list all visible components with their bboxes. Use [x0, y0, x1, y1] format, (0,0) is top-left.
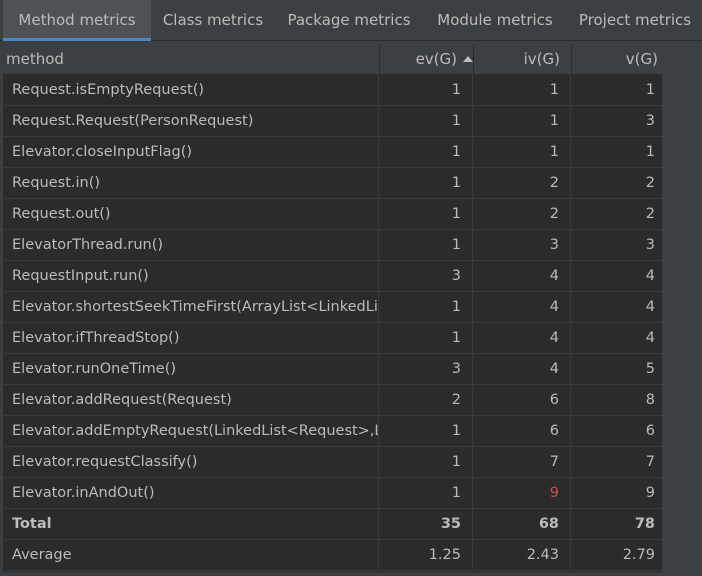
- method-cell: RequestInput.run(): [3, 261, 379, 291]
- v-cell: 2: [645, 206, 655, 222]
- table-row[interactable]: Elevator.shortestSeekTimeFirst(ArrayList…: [3, 292, 662, 323]
- v-cell: 1: [645, 82, 655, 98]
- table-row[interactable]: Elevator.inAndOut() 1 9 9: [3, 478, 662, 509]
- ev-cell: 1: [379, 106, 473, 136]
- method-cell: Elevator.runOneTime(): [3, 354, 379, 384]
- table-row[interactable]: Elevator.closeInputFlag() 1 1 1: [3, 137, 662, 168]
- column-header-method[interactable]: method: [6, 44, 64, 74]
- column-header-ev[interactable]: ev(G): [379, 44, 473, 74]
- v-cell: 3: [645, 113, 655, 129]
- method-cell: Request.Request(PersonRequest): [3, 106, 379, 136]
- v-cell: 8: [645, 392, 655, 408]
- ev-cell: 1: [379, 230, 473, 260]
- v-cell: 7: [645, 454, 655, 470]
- method-cell: Elevator.ifThreadStop(): [3, 323, 379, 353]
- column-header-v[interactable]: v(G): [571, 44, 662, 74]
- iv-cell: 7: [473, 447, 571, 477]
- v-cell: 1: [645, 144, 655, 160]
- column-header-iv[interactable]: iv(G): [473, 44, 571, 74]
- method-cell: ElevatorThread.run(): [3, 230, 379, 260]
- table-header: method ev(G) iv(G) v(G): [3, 44, 662, 75]
- header-divider: [571, 44, 572, 74]
- table-row[interactable]: Request.in() 1 2 2: [3, 168, 662, 199]
- ev-cell: 3: [379, 261, 473, 291]
- iv-cell: 2.43: [473, 540, 571, 570]
- table-row[interactable]: Request.isEmptyRequest() 1 1 1: [3, 75, 662, 106]
- ev-cell: 1: [379, 478, 473, 508]
- ev-cell: 1: [379, 137, 473, 167]
- iv-cell: 6: [473, 416, 571, 446]
- iv-cell: 1: [473, 137, 571, 167]
- table-row[interactable]: Request.Request(PersonRequest) 1 1 3: [3, 106, 662, 137]
- tab-class-metrics[interactable]: Class metrics: [153, 0, 273, 40]
- ev-cell: 1: [379, 416, 473, 446]
- tab-module-metrics[interactable]: Module metrics: [424, 0, 566, 40]
- ev-cell: 1: [379, 323, 473, 353]
- metrics-tab-bar: Method metrics Class metrics Package met…: [0, 0, 702, 41]
- ev-cell: 1: [379, 75, 473, 105]
- iv-cell: 2: [473, 168, 571, 198]
- average-row[interactable]: Average 1.25 2.43 2.79: [3, 540, 662, 571]
- iv-cell: 1: [473, 106, 571, 136]
- table-row[interactable]: Elevator.runOneTime() 3 4 5: [3, 354, 662, 385]
- iv-cell: 9: [473, 478, 571, 508]
- tab-project-metrics[interactable]: Project metrics: [568, 0, 702, 40]
- header-divider: [473, 44, 474, 74]
- ev-cell: 2: [379, 385, 473, 415]
- table-row[interactable]: Elevator.requestClassify() 1 7 7: [3, 447, 662, 478]
- total-row[interactable]: Total 35 68 78: [3, 509, 662, 540]
- method-cell: Elevator.shortestSeekTimeFirst(ArrayList…: [3, 292, 379, 322]
- v-cell: 4: [645, 268, 655, 284]
- v-cell: 3: [645, 237, 655, 253]
- ev-cell: 1: [379, 199, 473, 229]
- iv-cell: 68: [473, 509, 571, 539]
- method-metrics-table: method ev(G) iv(G) v(G) Request.isEmptyR…: [3, 44, 662, 572]
- v-cell: 78: [634, 516, 655, 532]
- method-cell: Elevator.closeInputFlag(): [3, 137, 379, 167]
- v-cell: 6: [645, 423, 655, 439]
- v-cell: 5: [645, 361, 655, 377]
- method-cell: Elevator.addRequest(Request): [3, 385, 379, 415]
- column-header-ev-label: ev(G): [415, 50, 457, 68]
- table-row[interactable]: Elevator.addEmptyRequest(LinkedList<Requ…: [3, 416, 662, 447]
- method-cell: Total: [3, 509, 379, 539]
- sort-ascending-icon: [463, 56, 473, 62]
- iv-cell: 6: [473, 385, 571, 415]
- tab-package-metrics[interactable]: Package metrics: [276, 0, 422, 40]
- table-row[interactable]: ElevatorThread.run() 1 3 3: [3, 230, 662, 261]
- iv-cell: 4: [473, 354, 571, 384]
- ev-cell: 1: [379, 168, 473, 198]
- iv-cell: 4: [473, 323, 571, 353]
- v-cell: 9: [645, 485, 655, 501]
- iv-cell: 1: [473, 75, 571, 105]
- tab-method-metrics[interactable]: Method metrics: [3, 0, 151, 41]
- table-side-gutter: [662, 44, 702, 572]
- iv-cell: 3: [473, 230, 571, 260]
- table-row[interactable]: Elevator.addRequest(Request) 2 6 8: [3, 385, 662, 416]
- method-cell: Request.isEmptyRequest(): [3, 75, 379, 105]
- ev-cell: 1.25: [379, 540, 473, 570]
- v-cell: 2: [645, 175, 655, 191]
- method-cell: Request.out(): [3, 199, 379, 229]
- ev-cell: 1: [379, 447, 473, 477]
- header-divider: [379, 44, 380, 74]
- iv-cell: 4: [473, 261, 571, 291]
- iv-cell: 4: [473, 292, 571, 322]
- method-cell: Average: [3, 540, 379, 570]
- method-cell: Elevator.inAndOut(): [3, 478, 379, 508]
- method-cell: Elevator.addEmptyRequest(LinkedList<Requ…: [3, 416, 379, 446]
- iv-cell: 2: [473, 199, 571, 229]
- v-cell: 4: [645, 330, 655, 346]
- ev-cell: 1: [379, 292, 473, 322]
- ev-cell: 3: [379, 354, 473, 384]
- table-row[interactable]: RequestInput.run() 3 4 4: [3, 261, 662, 292]
- table-row[interactable]: Elevator.ifThreadStop() 1 4 4: [3, 323, 662, 354]
- table-row[interactable]: Request.out() 1 2 2: [3, 199, 662, 230]
- method-cell: Elevator.requestClassify(): [3, 447, 379, 477]
- v-cell: 2.79: [622, 547, 655, 563]
- ev-cell: 35: [379, 509, 473, 539]
- method-cell: Request.in(): [3, 168, 379, 198]
- v-cell: 4: [645, 299, 655, 315]
